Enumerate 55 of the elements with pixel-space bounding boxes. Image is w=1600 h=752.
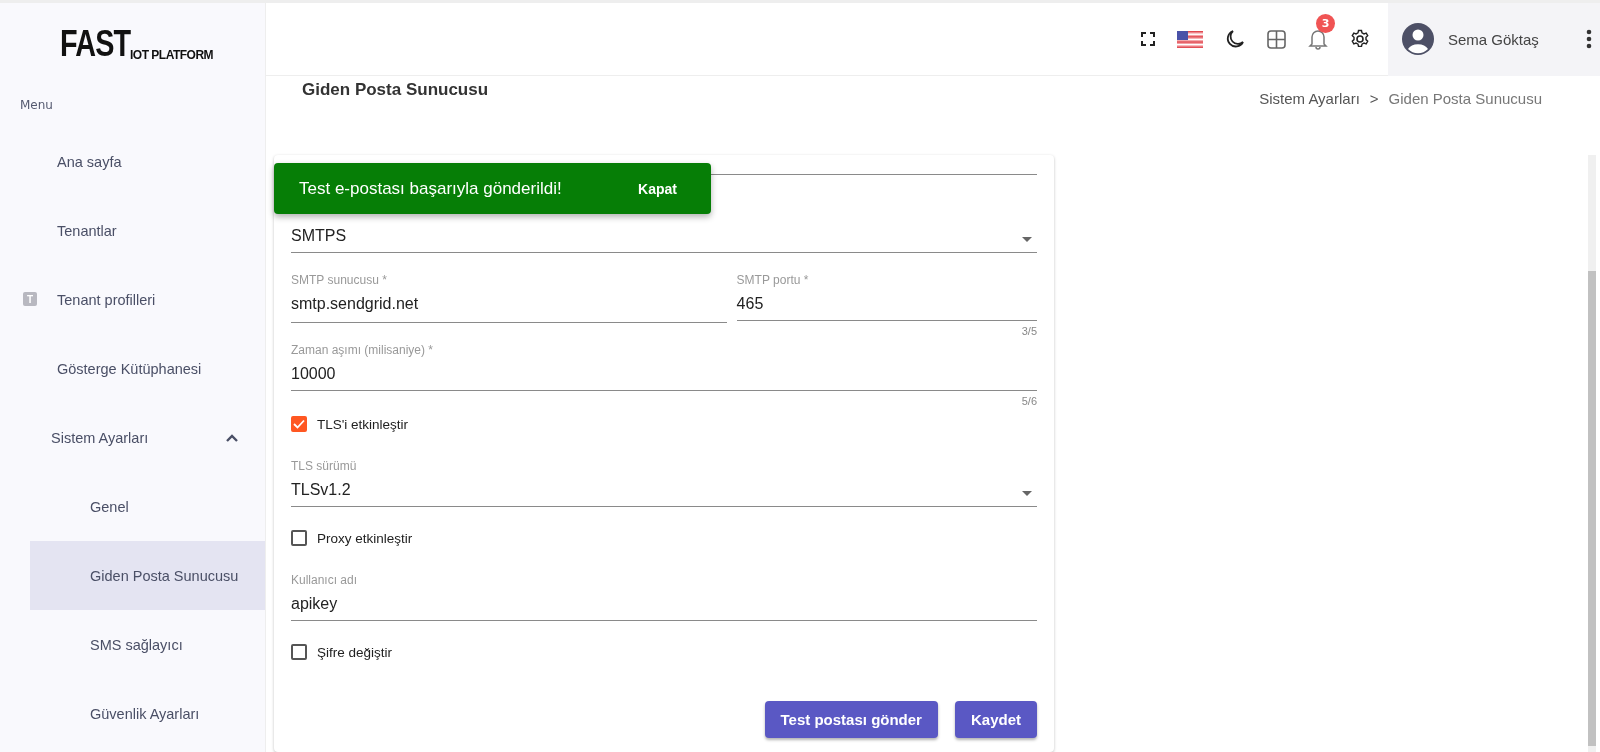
more-icon[interactable] <box>1586 29 1592 49</box>
sidebar-item[interactable]: Genel <box>30 472 265 541</box>
input-field[interactable]: smtp.sendgrid.net <box>291 289 727 323</box>
checkbox-label: TLS'i etkinleştir <box>317 416 409 432</box>
logo-text: FAST <box>60 27 131 61</box>
flag-icon[interactable] <box>1177 30 1203 48</box>
field-label: SMTP portu * <box>736 273 810 289</box>
checkbox[interactable] <box>291 530 307 546</box>
check-icon <box>293 419 305 429</box>
close-button[interactable]: Kapat <box>632 179 683 198</box>
breadcrumb-separator: > <box>1369 90 1379 109</box>
checkbox[interactable] <box>291 644 307 660</box>
input-field[interactable]: apikey <box>291 589 1037 621</box>
sidebar-item[interactable]: Sistem Ayarları <box>0 403 265 472</box>
toast-message: Test e-postası başarıyla gönderildi! <box>299 178 562 199</box>
fullscreen-icon[interactable] <box>1141 32 1155 46</box>
scrollbar[interactable] <box>1588 155 1596 752</box>
field-label: Zaman aşımı (milisaniye) * <box>291 343 435 359</box>
checkbox-label: Proxy etkinleştir <box>317 530 413 546</box>
sidebar-item[interactable]: Gösterge Kütüphanesi <box>0 334 265 403</box>
sidebar-item[interactable]: Tenantlar <box>0 196 265 265</box>
field-label: Kullanıcı adı <box>291 573 359 589</box>
page-title: Giden Posta Sunucusu <box>302 80 489 101</box>
settings-icon[interactable] <box>1350 29 1370 49</box>
sidebar-item[interactable]: Güvenlik Ayarları <box>30 679 265 748</box>
field-label: SMTP sunucusu * <box>291 273 388 289</box>
sidebar-item[interactable]: Ana sayfa <box>0 127 265 196</box>
menu-heading: Menu <box>20 98 54 112</box>
sidebar-item[interactable]: T Tenant profilleri <box>0 265 265 334</box>
select-field[interactable]: TLSv1.2 <box>291 475 1037 507</box>
bell-icon[interactable] <box>1308 28 1328 50</box>
grid-icon[interactable] <box>1267 29 1286 49</box>
input-field[interactable]: 465 <box>736 289 1037 321</box>
user-name[interactable]: Sema Göktaş <box>1448 30 1539 48</box>
sidebar-item[interactable]: Giden Posta Sunucusu <box>30 541 265 610</box>
sidebar-item[interactable]: SMS sağlayıcı <box>30 610 265 679</box>
select-field[interactable]: SMTPS <box>291 221 1037 253</box>
checkbox[interactable] <box>291 416 307 432</box>
input-field[interactable]: 10000 <box>291 359 1037 391</box>
chevron-up-icon <box>225 432 239 443</box>
dropdown-caret-icon <box>1022 236 1032 242</box>
field-label: TLS sürümü <box>291 459 358 475</box>
dropdown-caret-icon <box>1022 490 1032 496</box>
character-counter: 5/6 <box>1021 395 1037 407</box>
send-test-button[interactable]: Test postası gönder <box>764 701 938 738</box>
save-button[interactable]: Kaydet <box>954 701 1037 738</box>
checkbox-label: Şifre değiştir <box>317 644 393 660</box>
breadcrumb-item: Giden Posta Sunucusu <box>1388 90 1542 109</box>
logo-subtitle: IOT PLATFORM <box>130 49 214 61</box>
notification-badge: 3 <box>1316 14 1335 33</box>
moon-icon[interactable] <box>1225 29 1245 49</box>
breadcrumb-item[interactable]: Sistem Ayarları <box>1259 90 1360 155</box>
avatar-icon[interactable] <box>1402 23 1434 55</box>
tenant-badge: T <box>23 292 37 306</box>
character-counter: 3/5 <box>1021 325 1037 337</box>
